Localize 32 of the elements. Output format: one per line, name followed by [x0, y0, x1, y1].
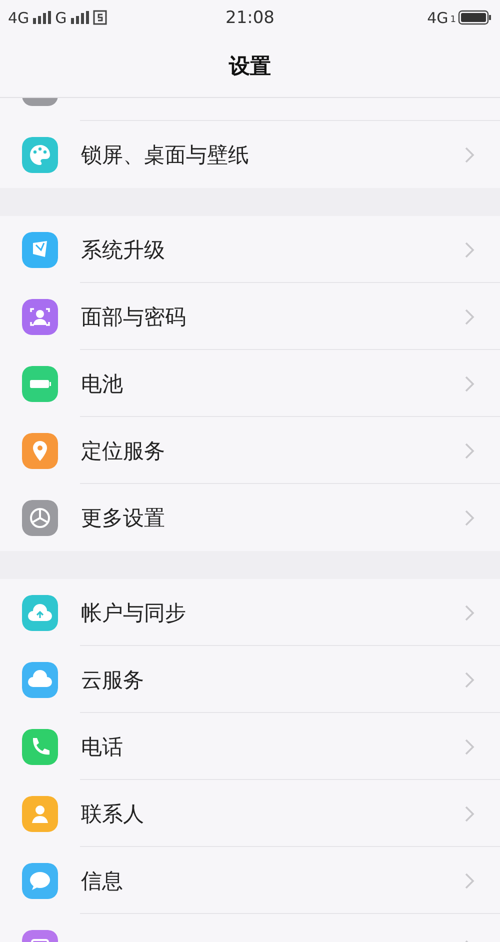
settings-item[interactable]: 更多设置	[81, 504, 464, 532]
sim-index: 1	[450, 14, 456, 24]
page-title: 设置	[229, 53, 271, 80]
chevron-icon	[464, 670, 476, 688]
network-type: 4G	[8, 8, 30, 26]
chevron-icon	[464, 604, 476, 622]
battery-icon	[458, 10, 492, 25]
settings-item[interactable]: 定位服务	[81, 436, 464, 464]
settings-item[interactable]: 云服务	[81, 666, 464, 694]
signal-icon	[70, 11, 89, 24]
settings-item[interactable]: 面部与密码	[81, 302, 464, 330]
settings-item[interactable]: 锁屏、桌面与壁纸	[81, 140, 464, 168]
chevron-icon	[464, 240, 476, 258]
chevron-icon	[464, 872, 476, 890]
signal-icon	[33, 11, 52, 24]
clock: 21:08	[224, 8, 276, 28]
chevron-icon	[464, 508, 476, 526]
chevron-icon	[464, 442, 476, 460]
chevron-icon	[464, 804, 476, 822]
chevron-icon	[464, 146, 476, 164]
settings-item[interactable]: 电池	[81, 370, 464, 398]
settings-item[interactable]: 帐户与同步	[81, 598, 464, 626]
settings-item[interactable]: 联系人	[81, 800, 464, 828]
settings-item[interactable]: 电话	[81, 732, 464, 760]
network-type: G	[55, 8, 67, 26]
settings-item[interactable]: 信息	[81, 866, 464, 894]
chevron-icon	[464, 374, 476, 392]
network-type: 4G	[427, 8, 448, 26]
sim-icon	[92, 10, 107, 25]
settings-item[interactable]: 系统升级	[81, 236, 464, 264]
chevron-icon	[464, 738, 476, 756]
chevron-icon	[464, 308, 476, 326]
